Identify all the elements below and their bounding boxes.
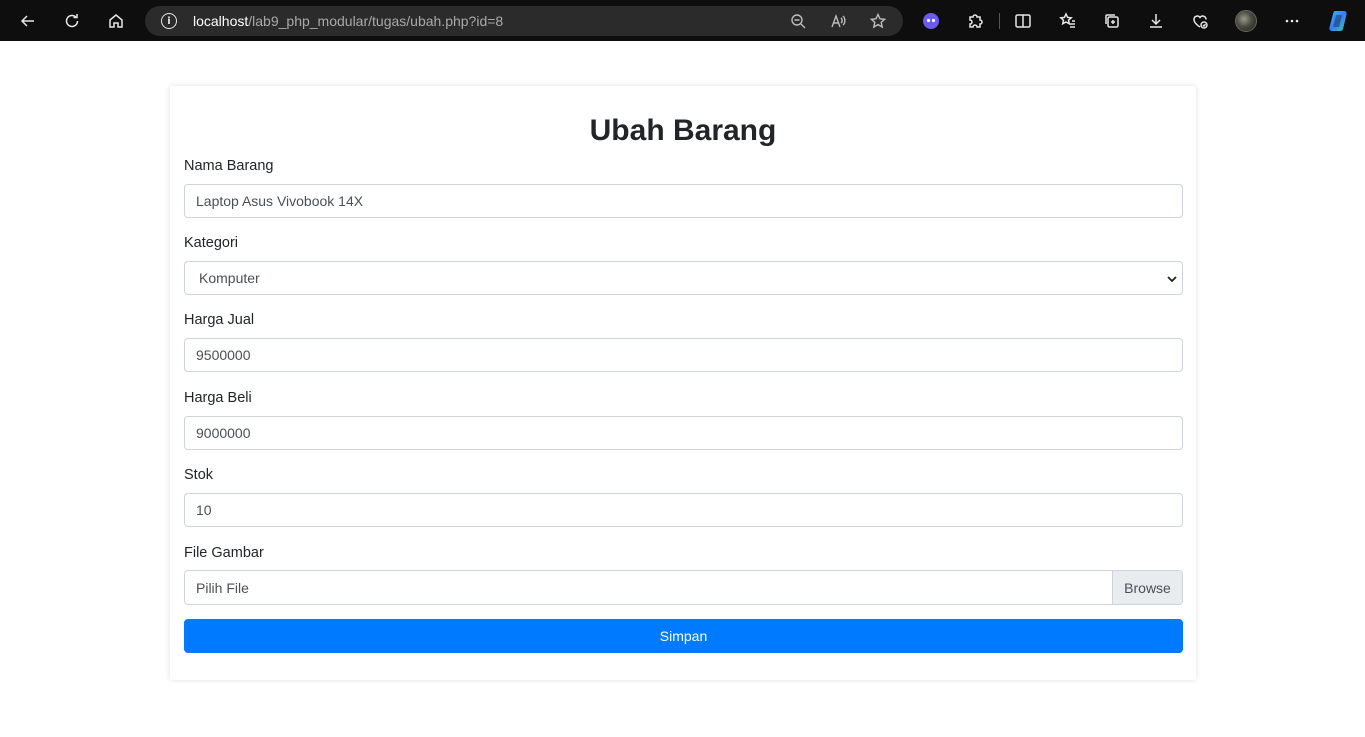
collections-icon[interactable] bbox=[1097, 6, 1127, 36]
browser-toolbar: i localhost/lab9_php_modular/tugas/ubah.… bbox=[0, 0, 1365, 41]
kategori-value: Komputer bbox=[199, 270, 260, 286]
simpan-button[interactable]: Simpan bbox=[184, 619, 1183, 653]
stok-label: Stok bbox=[184, 467, 214, 483]
file-gambar-label: File Gambar bbox=[184, 545, 264, 561]
zoom-out-icon[interactable] bbox=[788, 11, 808, 31]
url-text[interactable]: localhost/lab9_php_modular/tugas/ubah.ph… bbox=[193, 13, 503, 29]
url-host: localhost bbox=[193, 13, 249, 29]
extensions-puzzle-icon[interactable] bbox=[960, 6, 990, 36]
harga-jual-label: Harga Jual bbox=[184, 312, 255, 328]
harga-beli-value: 9000000 bbox=[196, 425, 251, 441]
form-card: Ubah Barang Nama Barang Laptop Asus Vivo… bbox=[170, 86, 1196, 680]
nama-barang-value: Laptop Asus Vivobook 14X bbox=[196, 193, 364, 209]
page-title: Ubah Barang bbox=[589, 114, 777, 147]
profile-avatar[interactable] bbox=[1235, 10, 1257, 32]
download-icon[interactable] bbox=[1141, 6, 1171, 36]
info-icon[interactable]: i bbox=[161, 13, 177, 29]
read-aloud-icon[interactable] bbox=[828, 11, 848, 31]
harga-jual-value: 9500000 bbox=[196, 347, 251, 363]
favorite-star-icon[interactable] bbox=[868, 11, 888, 31]
split-screen-icon[interactable] bbox=[1008, 6, 1038, 36]
back-icon[interactable] bbox=[13, 6, 43, 36]
toolbar-divider bbox=[999, 13, 1000, 29]
extension-ghost-icon[interactable] bbox=[916, 6, 946, 36]
refresh-icon[interactable] bbox=[57, 6, 87, 36]
favorites-icon[interactable] bbox=[1053, 6, 1083, 36]
file-gambar-placeholder: Pilih File bbox=[196, 580, 249, 596]
harga-jual-input[interactable]: 9500000 bbox=[184, 338, 1183, 372]
address-bar[interactable]: i localhost/lab9_php_modular/tugas/ubah.… bbox=[145, 6, 903, 36]
chevron-down-icon bbox=[1167, 276, 1177, 283]
more-menu-icon[interactable] bbox=[1277, 6, 1307, 36]
nama-barang-label: Nama Barang bbox=[184, 158, 274, 174]
kategori-label: Kategori bbox=[184, 235, 239, 251]
browser-essentials-icon[interactable] bbox=[1185, 6, 1215, 36]
harga-beli-label: Harga Beli bbox=[184, 390, 252, 406]
nama-barang-input[interactable]: Laptop Asus Vivobook 14X bbox=[184, 184, 1183, 218]
browse-button[interactable]: Browse bbox=[1112, 571, 1182, 604]
stok-value: 10 bbox=[196, 502, 212, 518]
home-icon[interactable] bbox=[101, 6, 131, 36]
harga-beli-input[interactable]: 9000000 bbox=[184, 416, 1183, 450]
stok-input[interactable]: 10 bbox=[184, 493, 1183, 527]
copilot-icon[interactable] bbox=[1327, 9, 1351, 33]
url-path: /lab9_php_modular/tugas/ubah.php?id=8 bbox=[248, 13, 504, 29]
file-gambar-input[interactable]: Pilih File Browse bbox=[184, 570, 1183, 605]
kategori-select[interactable]: Komputer bbox=[184, 261, 1183, 295]
